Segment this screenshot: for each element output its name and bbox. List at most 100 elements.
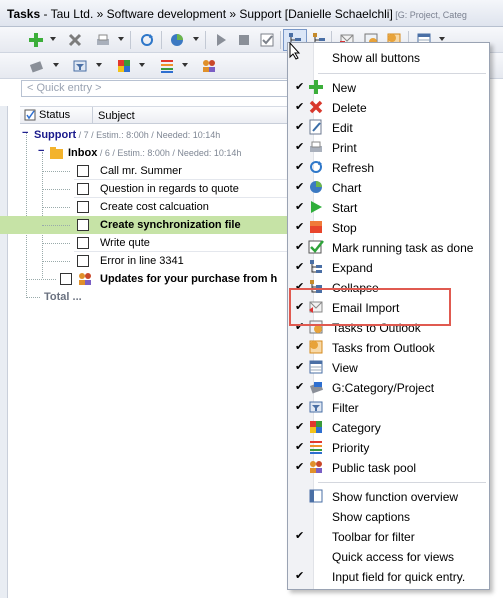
check-icon: ✔ [295, 180, 305, 193]
category-icon[interactable] [115, 57, 133, 75]
check-icon: ✔ [295, 460, 305, 473]
group-row-inbox[interactable]: − Inbox / 6 / Estim.: 8:00h / Needed: 10… [20, 144, 310, 162]
menu-item-chart[interactable]: ✔ Chart [288, 177, 489, 197]
menu-item-filter[interactable]: ✔ Filter [288, 397, 489, 417]
menu-item-mark-running-task-done[interactable]: ✔ Mark running task as done [288, 237, 489, 257]
new-dropdown-icon[interactable] [50, 37, 56, 41]
check-icon: ✔ [295, 120, 305, 133]
menu-item-label: Priority [332, 441, 370, 455]
column-header-subject[interactable]: Subject [98, 110, 135, 122]
tree-branch [26, 297, 40, 298]
refresh-icon [310, 161, 322, 173]
task-checkbox[interactable] [77, 201, 89, 213]
task-pool-icon[interactable] [200, 57, 218, 75]
group-row-support[interactable]: − Support / 7 / Estim.: 8:00h / Needed: … [20, 126, 310, 144]
task-checkbox[interactable] [77, 237, 89, 249]
menu-item-edit[interactable]: ✔ Edit [288, 117, 489, 137]
quick-entry-input[interactable]: < Quick entry > [21, 80, 303, 97]
table-row-selected[interactable]: Create synchronization file [0, 216, 310, 234]
group-name: Support [34, 129, 77, 141]
side-panel-edge [0, 106, 8, 598]
mouse-cursor-icon [289, 42, 301, 60]
task-subject: Create cost calcuation [100, 201, 209, 213]
table-row[interactable]: Error in line 3341 [20, 252, 310, 270]
menu-item-label: New [332, 81, 357, 95]
task-checkbox[interactable] [77, 165, 89, 177]
menu-item-public-task-pool[interactable]: ✔ Public task pool [288, 457, 489, 477]
table-row[interactable]: Call mr. Summer [20, 162, 310, 180]
start-icon[interactable] [212, 31, 230, 49]
menu-item-group-category-project[interactable]: ✔ G:Category/Project [288, 377, 489, 397]
column-header-status[interactable]: Status [24, 109, 70, 121]
refresh-icon[interactable] [138, 31, 156, 49]
menu-item-quick-access-for-views[interactable]: Quick access for views [288, 546, 489, 566]
group-icon[interactable] [27, 57, 45, 75]
delete-icon[interactable] [66, 31, 84, 49]
menu-item-label: Show function overview [332, 490, 459, 504]
menu-item-start[interactable]: ✔ Start [288, 197, 489, 217]
filter-icon [309, 401, 323, 413]
check-icon: ✔ [295, 340, 305, 353]
window-title-suffix: [G: Project, Categ [392, 10, 467, 20]
menu-item-category[interactable]: ✔ Category [288, 417, 489, 437]
check-icon: ✔ [295, 160, 305, 173]
check-icon: ✔ [295, 360, 305, 373]
menu-item-print[interactable]: ✔ Print [288, 137, 489, 157]
collapse-toggle-icon[interactable]: − [22, 127, 28, 139]
window-title-rest: - Tau Ltd. » Software development » Supp… [40, 7, 393, 21]
task-subject: Question in regards to quote [100, 183, 239, 195]
task-checkbox[interactable] [60, 273, 72, 285]
menu-item-label: Print [332, 141, 357, 155]
filter-dropdown-icon[interactable] [96, 63, 102, 67]
print-icon[interactable] [94, 31, 112, 49]
priority-icon[interactable] [158, 57, 176, 75]
task-subject: Create synchronization file [100, 219, 241, 231]
table-row[interactable]: Updates for your purchase from h [20, 270, 310, 288]
print-dropdown-icon[interactable] [118, 37, 124, 41]
check-icon: ✔ [295, 400, 305, 413]
stop-icon[interactable] [235, 31, 253, 49]
menu-item-view[interactable]: ✔ View [288, 357, 489, 377]
menu-item-stop[interactable]: ✔ Stop [288, 217, 489, 237]
toolbar-divider [161, 31, 162, 49]
menu-item-input-field-quick-entry[interactable]: ✔ Input field for quick entry. [288, 566, 489, 586]
mark-done-icon[interactable] [258, 31, 276, 49]
group-summary: / 7 / Estim.: 8:00h / Needed: 10:14h [76, 130, 221, 140]
menu-item-label: Expand [332, 261, 373, 275]
category-dropdown-icon[interactable] [139, 63, 145, 67]
tree-branch [26, 279, 56, 280]
new-icon[interactable] [27, 31, 45, 49]
menu-item-delete[interactable]: ✔ Delete [288, 97, 489, 117]
table-row[interactable]: Question in regards to quote [20, 180, 310, 198]
menu-item-toolbar-for-filter[interactable]: ✔ Toolbar for filter [288, 526, 489, 546]
priority-dropdown-icon[interactable] [182, 63, 188, 67]
menu-item-show-all-buttons[interactable]: Show all buttons [288, 47, 489, 67]
menu-item-tasks-from-outlook[interactable]: ✔ Tasks from Outlook [288, 337, 489, 357]
tree-branch [42, 207, 70, 208]
group-dropdown-icon[interactable] [53, 63, 59, 67]
task-subject: Write qute [100, 237, 150, 249]
total-label: Total ... [44, 291, 82, 303]
task-checkbox[interactable] [77, 255, 89, 267]
menu-item-new[interactable]: ✔ New [288, 77, 489, 97]
menu-item-show-function-overview[interactable]: Show function overview [288, 486, 489, 506]
filter-icon[interactable] [71, 57, 89, 75]
table-row[interactable]: Write qute [20, 234, 310, 252]
menu-item-refresh[interactable]: ✔ Refresh [288, 157, 489, 177]
menu-item-show-captions[interactable]: Show captions [288, 506, 489, 526]
task-checkbox[interactable] [77, 219, 89, 231]
menu-item-priority[interactable]: ✔ Priority [288, 437, 489, 457]
chart-dropdown-icon[interactable] [193, 37, 199, 41]
window-title: Tasks - Tau Ltd. » Software development … [7, 7, 467, 21]
view-dropdown-icon[interactable] [439, 37, 445, 41]
menu-item-label: Mark running task as done [332, 241, 474, 255]
menu-item-expand[interactable]: ✔ Expand [288, 257, 489, 277]
check-icon: ✔ [295, 260, 305, 273]
check-icon: ✔ [295, 380, 305, 393]
table-row[interactable]: Create cost calcuation [20, 198, 310, 216]
start-icon [311, 201, 322, 213]
chart-icon[interactable] [168, 31, 186, 49]
collapse-toggle-icon[interactable]: − [38, 145, 44, 157]
tree-branch [42, 189, 70, 190]
task-checkbox[interactable] [77, 183, 89, 195]
